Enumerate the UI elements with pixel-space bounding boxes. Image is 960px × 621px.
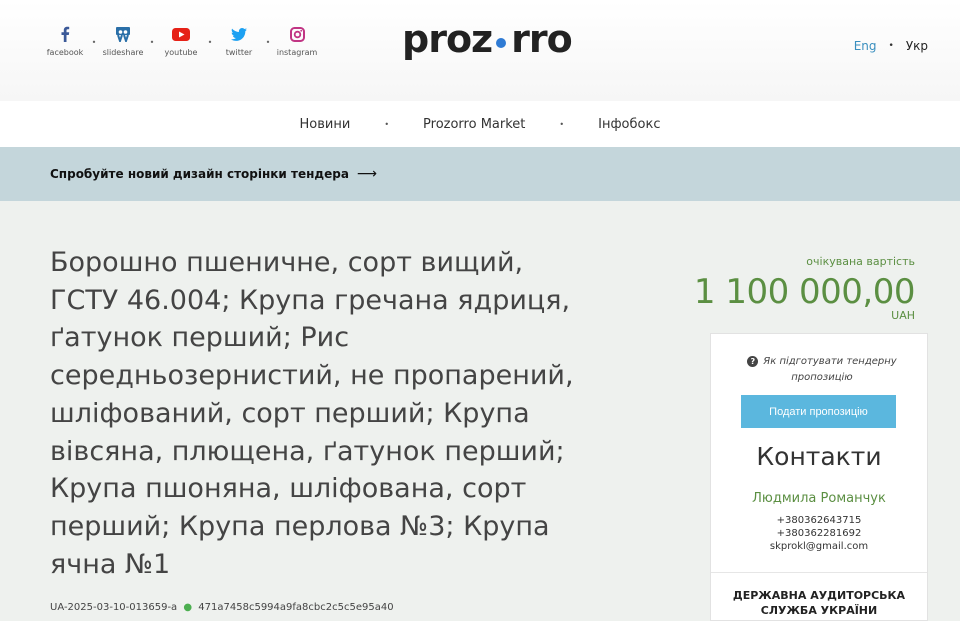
lang-en-link[interactable]: Eng — [854, 39, 877, 53]
contact-phone-2: +380362281692 — [776, 528, 862, 539]
instagram-icon — [289, 24, 305, 44]
youtube-icon — [172, 24, 190, 44]
expected-value-amount: 1 100 000,00 — [693, 272, 916, 312]
new-design-banner: Спробуйте новий дизайн сторінки тендера … — [0, 147, 960, 201]
social-link-facebook[interactable]: facebook — [40, 24, 90, 57]
social-label: slideshare — [102, 48, 144, 57]
social-label: youtube — [164, 48, 198, 57]
logo-dot-icon — [496, 38, 507, 48]
tender-hash: 471a7458c5994a9fa8cbc2c5c5e95a40 — [198, 602, 394, 613]
arrow-right-icon: ⟶ — [356, 166, 377, 182]
nav-item-infobox[interactable]: Інфобокс — [594, 117, 664, 132]
try-new-design-link[interactable]: Спробуйте новий дизайн сторінки тендера — [50, 167, 349, 181]
social-label: facebook — [46, 48, 84, 57]
twitter-icon — [231, 24, 247, 44]
separator-dot: • — [265, 38, 271, 47]
submit-bid-button[interactable]: Подати пропозицію — [741, 395, 896, 428]
tender-id-line: UA-2025-03-10-013659-a ● 471a7458c5994a9… — [50, 602, 394, 613]
lang-uk-link[interactable]: Укр — [906, 39, 928, 53]
how-to-prepare-text: Як підготувати тендерну пропозицію — [763, 356, 897, 383]
separator-dot: • — [149, 38, 155, 47]
separator-dot: • — [384, 119, 390, 129]
separator-dot: • — [559, 119, 565, 129]
separator-dot: • — [888, 41, 894, 51]
tender-title: Борошно пшеничне, сорт вищий, ГСТУ 46.00… — [50, 247, 574, 580]
expected-value-label: очікувана вартість — [806, 255, 915, 268]
social-link-instagram[interactable]: instagram — [272, 24, 322, 57]
status-dot-icon: ● — [183, 602, 193, 613]
logo-text-right: rro — [511, 17, 573, 61]
tender-side-panel: ? Як підготувати тендерну пропозицію Пода… — [710, 333, 928, 621]
how-to-prepare-link[interactable]: ? Як підготувати тендерну пропозицію — [747, 354, 897, 386]
organization-name: ДЕРЖАВНА АУДИТОРСЬКА СЛУЖБА УКРАЇНИ — [732, 589, 906, 617]
social-links: facebook • slideshare • youtube • twitte… — [40, 24, 322, 57]
slideshare-icon — [115, 24, 131, 44]
nav-item-news[interactable]: Новини — [296, 117, 355, 132]
logo-text-left: proz — [402, 17, 493, 61]
language-switcher: Eng • Укр — [854, 39, 928, 53]
nav-item-prozorro-market[interactable]: Prozorro Market — [419, 117, 529, 132]
social-link-twitter[interactable]: twitter — [214, 24, 264, 57]
social-link-youtube[interactable]: youtube — [156, 24, 206, 57]
contact-email[interactable]: skprokl@gmail.com — [711, 541, 927, 552]
facebook-icon — [60, 24, 70, 44]
tender-id: UA-2025-03-10-013659-a — [50, 602, 178, 613]
contact-name: Людмила Романчук — [752, 491, 886, 506]
main-nav: Новини • Prozorro Market • Інфобокс — [0, 101, 960, 147]
contacts-heading: Контакти — [756, 442, 882, 471]
social-link-slideshare[interactable]: slideshare — [98, 24, 148, 57]
prozorro-logo[interactable]: proz rro — [402, 17, 573, 61]
expected-value-currency: UAH — [891, 309, 915, 322]
social-label: instagram — [276, 48, 318, 57]
separator-dot: • — [207, 38, 213, 47]
divider — [711, 572, 927, 573]
contact-phone-1: +380362643715 — [776, 515, 862, 526]
question-icon: ? — [747, 356, 759, 367]
social-label: twitter — [225, 48, 253, 57]
separator-dot: • — [91, 38, 97, 47]
site-header: facebook • slideshare • youtube • twitte… — [0, 0, 960, 101]
